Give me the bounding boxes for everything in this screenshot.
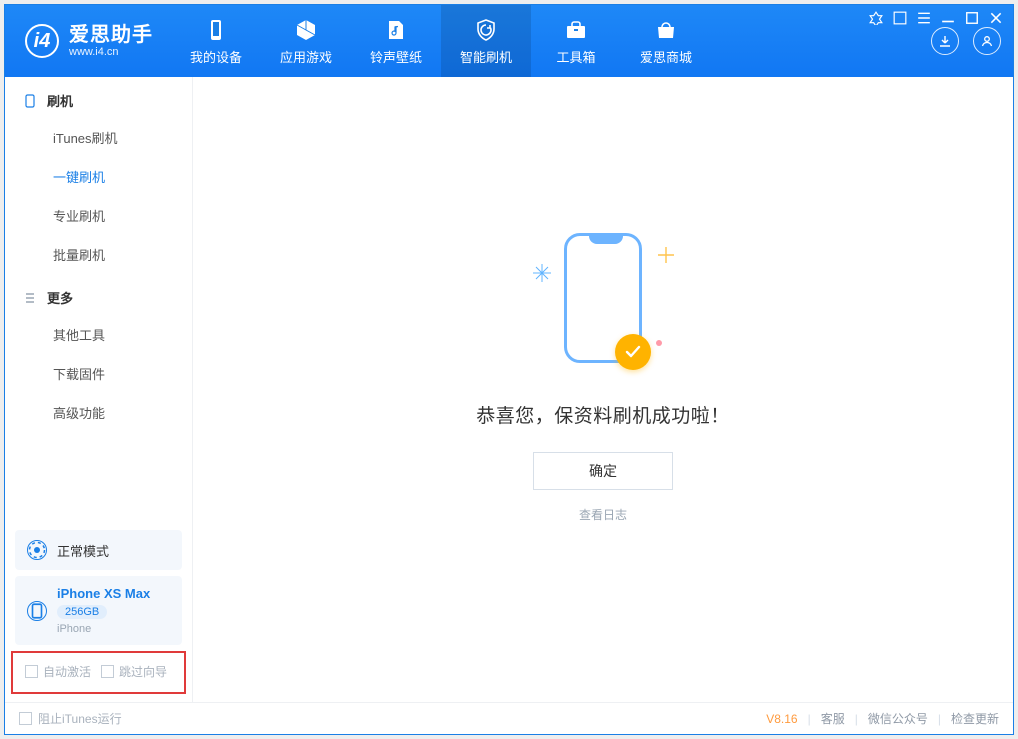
sparkle-icon — [533, 264, 551, 282]
phone-illustration — [564, 233, 642, 363]
list-icon — [23, 291, 37, 305]
section-title: 刷机 — [47, 91, 73, 110]
sidebar: 刷机 iTunes刷机 一键刷机 专业刷机 批量刷机 更多 其他工具 下载固件 … — [5, 77, 193, 702]
music-file-icon — [384, 17, 408, 43]
sidebar-item-itunes-flash[interactable]: iTunes刷机 — [5, 118, 192, 157]
tab-toolbox[interactable]: 工具箱 — [531, 5, 621, 77]
device-info-box[interactable]: iPhone XS Max 256GB iPhone — [15, 576, 182, 645]
phone-small-icon — [23, 94, 37, 108]
tab-my-device[interactable]: 我的设备 — [171, 5, 261, 77]
sparkle-icon — [657, 246, 675, 264]
maximize-icon[interactable] — [965, 11, 979, 25]
window-controls — [869, 11, 1003, 25]
sidebar-item-advanced[interactable]: 高级功能 — [5, 393, 192, 432]
download-button[interactable] — [931, 27, 959, 55]
app-window: i4 爱思助手 www.i4.cn 我的设备 应用游戏 铃声壁纸 智能刷机 — [4, 4, 1014, 735]
checkbox-skip-guide[interactable]: 跳过向导 — [101, 663, 167, 680]
widget1-icon[interactable] — [869, 11, 883, 25]
checkbox-icon — [25, 665, 38, 678]
close-icon[interactable] — [989, 11, 1003, 25]
checkbox-label: 阻止iTunes运行 — [38, 710, 122, 727]
device-type: iPhone — [57, 623, 150, 635]
top-tabs: 我的设备 应用游戏 铃声壁纸 智能刷机 工具箱 爱思商城 — [171, 5, 711, 77]
tab-apps-games[interactable]: 应用游戏 — [261, 5, 351, 77]
widget2-icon[interactable] — [893, 11, 907, 25]
cube-icon — [294, 17, 318, 43]
checkbox-label: 自动激活 — [43, 663, 91, 680]
app-url: www.i4.cn — [69, 46, 153, 58]
body: 刷机 iTunes刷机 一键刷机 专业刷机 批量刷机 更多 其他工具 下载固件 … — [5, 77, 1013, 702]
tab-label: 爱思商城 — [640, 47, 692, 66]
tab-ringtones-wallpapers[interactable]: 铃声壁纸 — [351, 5, 441, 77]
checkbox-block-itunes[interactable]: 阻止iTunes运行 — [19, 710, 122, 727]
device-capacity: 256GB — [57, 605, 107, 619]
footer-link-wechat[interactable]: 微信公众号 — [868, 710, 928, 727]
footer-link-support[interactable]: 客服 — [821, 710, 845, 727]
user-button[interactable] — [973, 27, 1001, 55]
sidebar-item-pro-flash[interactable]: 专业刷机 — [5, 196, 192, 235]
logo: i4 爱思助手 www.i4.cn — [5, 5, 171, 77]
version-label: V8.16 — [766, 712, 797, 726]
menu-icon[interactable] — [917, 11, 931, 25]
device-name: iPhone XS Max — [57, 586, 150, 601]
section-title: 更多 — [47, 288, 73, 307]
sidebar-section-flash: 刷机 — [5, 77, 192, 118]
sidebar-item-other-tools[interactable]: 其他工具 — [5, 315, 192, 354]
main-content: 恭喜您，保资料刷机成功啦！ 确定 查看日志 — [193, 77, 1013, 702]
tab-label: 智能刷机 — [460, 47, 512, 66]
statusbar: 阻止iTunes运行 V8.16 | 客服 | 微信公众号 | 检查更新 — [5, 702, 1013, 734]
tab-label: 我的设备 — [190, 47, 242, 66]
device-mode-box[interactable]: 正常模式 — [15, 530, 182, 570]
device-phone-icon — [27, 601, 47, 621]
titlebar: i4 爱思助手 www.i4.cn 我的设备 应用游戏 铃声壁纸 智能刷机 — [5, 5, 1013, 77]
footer-link-update[interactable]: 检查更新 — [951, 710, 999, 727]
sidebar-item-oneclick-flash[interactable]: 一键刷机 — [5, 157, 192, 196]
view-log-link[interactable]: 查看日志 — [579, 506, 627, 523]
options-row: 自动激活 跳过向导 — [11, 651, 186, 694]
checkbox-label: 跳过向导 — [119, 663, 167, 680]
toolbox-icon — [564, 17, 588, 43]
checkbox-icon — [19, 712, 32, 725]
tab-label: 应用游戏 — [280, 47, 332, 66]
app-name: 爱思助手 — [69, 24, 153, 46]
refresh-shield-icon — [474, 17, 498, 43]
sidebar-item-download-firmware[interactable]: 下载固件 — [5, 354, 192, 393]
success-message: 恭喜您，保资料刷机成功啦！ — [476, 401, 730, 428]
dot-icon — [655, 334, 663, 342]
checkbox-auto-activate[interactable]: 自动激活 — [25, 663, 91, 680]
mode-label: 正常模式 — [57, 541, 109, 560]
tab-store[interactable]: 爱思商城 — [621, 5, 711, 77]
sidebar-section-more: 更多 — [5, 274, 192, 315]
tab-label: 铃声壁纸 — [370, 47, 422, 66]
tab-smart-flash[interactable]: 智能刷机 — [441, 5, 531, 77]
ok-button[interactable]: 确定 — [533, 452, 673, 490]
check-badge-icon — [615, 334, 651, 370]
tab-label: 工具箱 — [556, 47, 595, 66]
sidebar-item-batch-flash[interactable]: 批量刷机 — [5, 235, 192, 274]
checkbox-icon — [101, 665, 114, 678]
device-icon — [204, 17, 228, 43]
success-illustration — [564, 233, 642, 363]
logo-icon: i4 — [25, 24, 59, 58]
minimize-icon[interactable] — [941, 11, 955, 25]
store-icon — [654, 17, 678, 43]
mode-icon — [27, 540, 47, 560]
